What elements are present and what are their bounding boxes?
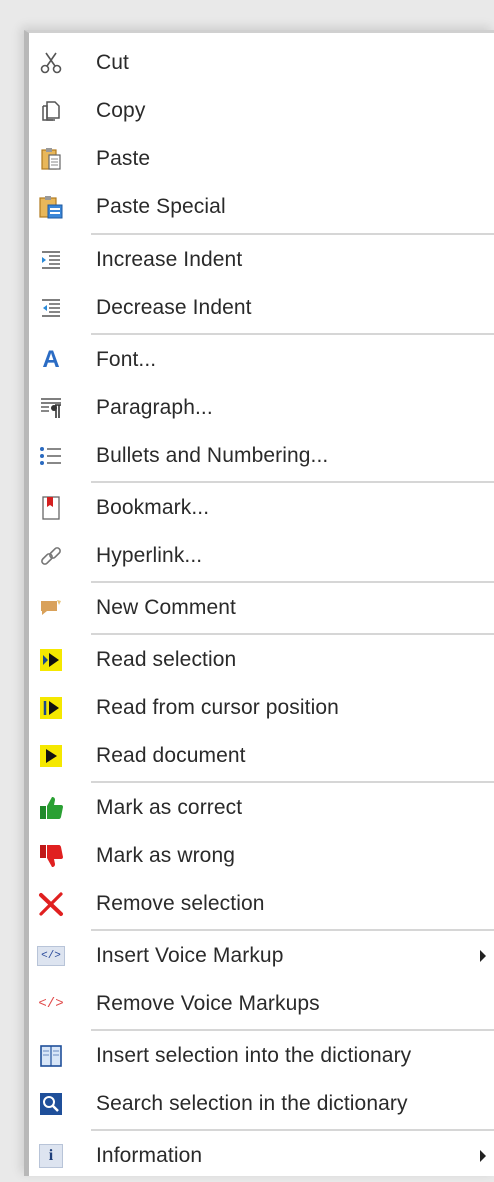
menu-item-label: Decrease Indent bbox=[96, 296, 252, 319]
menu-item-mark-correct[interactable]: Mark as correct bbox=[29, 786, 494, 830]
menu-separator bbox=[91, 929, 494, 931]
remove-markup-icon: </> bbox=[37, 990, 65, 1018]
menu-item-label: Read document bbox=[96, 744, 246, 767]
menu-item-font[interactable]: A Font... bbox=[29, 338, 494, 382]
menu-item-label: Remove Voice Markups bbox=[96, 992, 320, 1015]
menu-separator bbox=[91, 1129, 494, 1131]
menu-item-bookmark[interactable]: Bookmark... bbox=[29, 486, 494, 530]
menu-item-label: New Comment bbox=[96, 596, 236, 619]
paste-special-icon bbox=[37, 193, 65, 221]
font-icon: A bbox=[37, 346, 65, 374]
menu-separator bbox=[91, 233, 494, 235]
scissors-icon bbox=[37, 49, 65, 77]
menu-item-read-document[interactable]: Read document bbox=[29, 734, 494, 778]
bookmark-icon bbox=[37, 494, 65, 522]
menu-item-cut[interactable]: Cut bbox=[29, 41, 494, 85]
menu-item-bullets[interactable]: Bullets and Numbering... bbox=[29, 434, 494, 478]
comment-icon bbox=[37, 594, 65, 622]
menu-item-label: Read from cursor position bbox=[96, 696, 339, 719]
menu-item-search-dictionary[interactable]: Search selection in the dictionary bbox=[29, 1082, 494, 1126]
menu-item-label: Paste Special bbox=[96, 195, 226, 218]
search-dictionary-icon bbox=[37, 1090, 65, 1118]
menu-item-label: Mark as wrong bbox=[96, 844, 236, 867]
menu-item-label: Mark as correct bbox=[96, 796, 243, 819]
thumbs-up-icon bbox=[37, 794, 65, 822]
thumbs-down-icon bbox=[37, 842, 65, 870]
menu-item-copy[interactable]: Copy bbox=[29, 89, 494, 133]
menu-item-label: Bullets and Numbering... bbox=[96, 444, 329, 467]
menu-item-decrease-indent[interactable]: Decrease Indent bbox=[29, 286, 494, 330]
menu-item-paste-special[interactable]: Paste Special bbox=[29, 185, 494, 229]
menu-item-label: Font... bbox=[96, 348, 157, 371]
menu-item-label: Copy bbox=[96, 99, 146, 122]
menu-item-label: Insert Voice Markup bbox=[96, 944, 284, 967]
read-selection-icon bbox=[37, 646, 65, 674]
paste-icon bbox=[37, 145, 65, 173]
menu-item-insert-dictionary[interactable]: Insert selection into the dictionary bbox=[29, 1034, 494, 1078]
markup-glyph: </> bbox=[37, 946, 65, 966]
menu-item-label: Paste bbox=[96, 147, 151, 170]
submenu-arrow-icon bbox=[480, 950, 486, 962]
menu-separator bbox=[91, 481, 494, 483]
menu-item-remove-selection[interactable]: Remove selection bbox=[29, 882, 494, 926]
menu-item-insert-voice-markup[interactable]: </> Insert Voice Markup bbox=[29, 934, 494, 978]
menu-separator bbox=[91, 781, 494, 783]
menu-item-label: Information bbox=[96, 1144, 203, 1167]
read-document-icon bbox=[37, 742, 65, 770]
menu-item-mark-wrong[interactable]: Mark as wrong bbox=[29, 834, 494, 878]
menu-separator bbox=[91, 633, 494, 635]
menu-item-label: Read selection bbox=[96, 648, 237, 671]
menu-separator bbox=[91, 333, 494, 335]
font-glyph: A bbox=[42, 346, 60, 373]
info-icon: i bbox=[37, 1142, 65, 1170]
red-x-icon bbox=[37, 890, 65, 918]
menu-item-new-comment[interactable]: New Comment bbox=[29, 586, 494, 630]
decrease-indent-icon bbox=[37, 294, 65, 322]
bullets-icon bbox=[37, 442, 65, 470]
dictionary-icon bbox=[37, 1042, 65, 1070]
menu-item-label: Cut bbox=[96, 51, 129, 74]
menu-item-label: Remove selection bbox=[96, 892, 265, 915]
menu-item-label: Bookmark... bbox=[96, 496, 210, 519]
submenu-arrow-icon bbox=[480, 1150, 486, 1162]
menu-item-label: Insert selection into the dictionary bbox=[96, 1044, 412, 1067]
copy-icon bbox=[37, 97, 65, 125]
menu-item-information[interactable]: i Information bbox=[29, 1134, 494, 1178]
paragraph-icon bbox=[37, 394, 65, 422]
voice-markup-icon: </> bbox=[37, 942, 65, 970]
markup-glyph: </> bbox=[38, 996, 64, 1012]
info-glyph: i bbox=[39, 1144, 63, 1168]
read-cursor-icon bbox=[37, 694, 65, 722]
menu-item-increase-indent[interactable]: Increase Indent bbox=[29, 238, 494, 282]
menu-item-label: Increase Indent bbox=[96, 248, 243, 271]
menu-item-hyperlink[interactable]: Hyperlink... bbox=[29, 534, 494, 578]
menu-item-read-from-cursor[interactable]: Read from cursor position bbox=[29, 686, 494, 730]
menu-item-read-selection[interactable]: Read selection bbox=[29, 638, 494, 682]
menu-item-paste[interactable]: Paste bbox=[29, 137, 494, 181]
increase-indent-icon bbox=[37, 246, 65, 274]
menu-item-label: Search selection in the dictionary bbox=[96, 1092, 408, 1115]
context-menu: Cut Copy Paste Paste Special Increase In… bbox=[24, 30, 494, 1176]
menu-item-label: Hyperlink... bbox=[96, 544, 203, 567]
menu-item-remove-voice-markups[interactable]: </> Remove Voice Markups bbox=[29, 982, 494, 1026]
menu-item-label: Paragraph... bbox=[96, 396, 213, 419]
hyperlink-icon bbox=[37, 542, 65, 570]
menu-separator bbox=[91, 1029, 494, 1031]
menu-separator bbox=[91, 581, 494, 583]
menu-item-paragraph[interactable]: Paragraph... bbox=[29, 386, 494, 430]
